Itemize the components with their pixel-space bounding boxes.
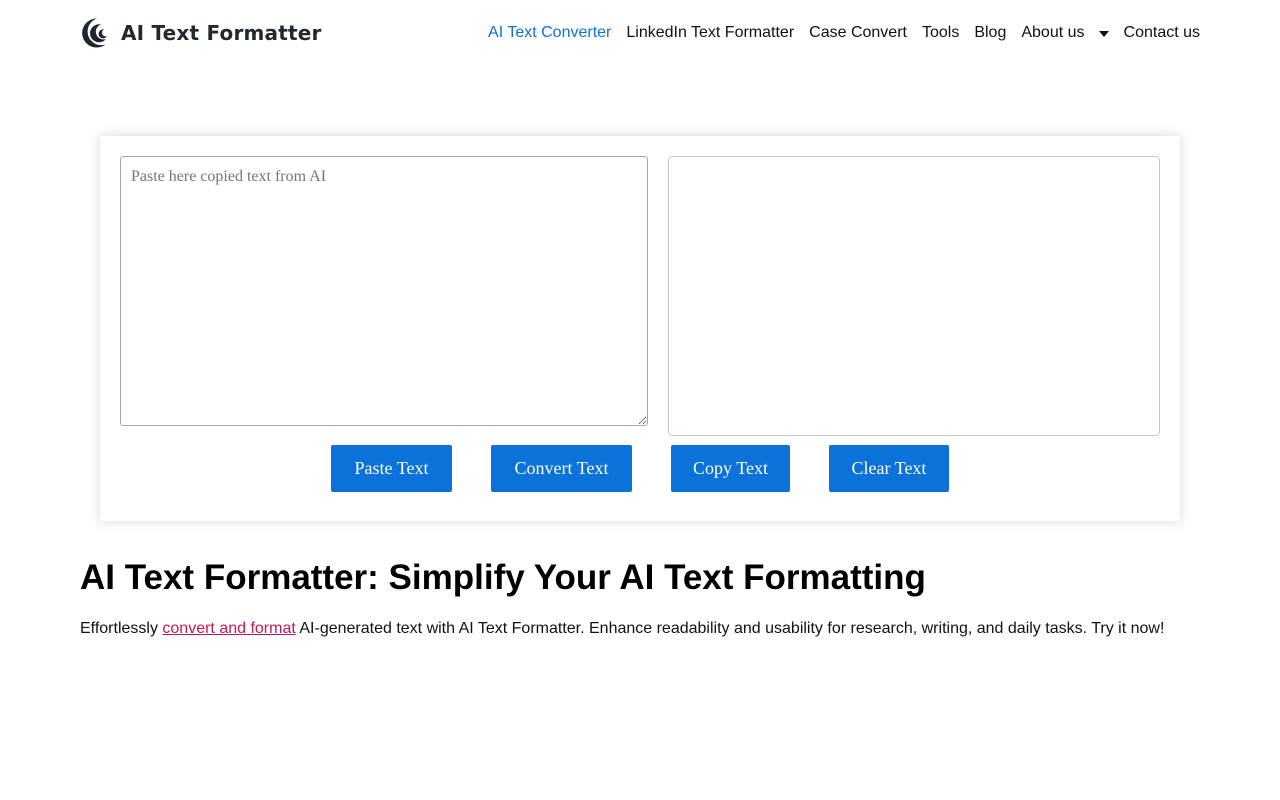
site-header: AI Text Formatter AI Text Converter Link… xyxy=(0,0,1280,66)
nav-tools[interactable]: Tools xyxy=(922,24,959,42)
clear-text-button[interactable]: Clear Text xyxy=(829,445,949,492)
intro-text-end: AI-generated text with AI Text Formatter… xyxy=(295,620,1165,637)
site-logo[interactable]: AI Text Formatter xyxy=(80,16,322,50)
nav-case-convert[interactable]: Case Convert xyxy=(809,24,907,42)
intro-paragraph: Effortlessly convert and format AI-gener… xyxy=(80,619,1164,639)
nav-ai-text-converter[interactable]: AI Text Converter xyxy=(488,24,611,42)
nav-blog[interactable]: Blog xyxy=(974,24,1006,42)
converter-card: Paste Text Convert Text Copy Text Clear … xyxy=(100,136,1180,521)
formatted-text-output[interactable] xyxy=(668,156,1160,436)
page-title: AI Text Formatter: Simplify Your AI Text… xyxy=(80,558,926,597)
copy-text-button[interactable]: Copy Text xyxy=(671,445,790,492)
ai-text-input[interactable] xyxy=(120,156,648,426)
nav-about-us-label: About us xyxy=(1021,24,1085,41)
main-nav: AI Text Converter LinkedIn Text Formatte… xyxy=(488,20,1200,46)
paste-text-button[interactable]: Paste Text xyxy=(331,445,452,492)
chevron-down-icon[interactable] xyxy=(1098,31,1109,37)
nav-linkedin-text-formatter[interactable]: LinkedIn Text Formatter xyxy=(626,24,794,42)
converter-actions: Paste Text Convert Text Copy Text Clear … xyxy=(100,445,1180,492)
site-name: AI Text Formatter xyxy=(121,21,322,45)
nav-about-us[interactable]: About us xyxy=(1021,24,1109,42)
intro-text-start: Effortlessly xyxy=(80,620,163,637)
convert-text-button[interactable]: Convert Text xyxy=(491,445,632,492)
convert-and-format-link[interactable]: convert and format xyxy=(162,620,295,637)
nav-contact-us[interactable]: Contact us xyxy=(1124,24,1200,42)
crescent-swoosh-icon xyxy=(82,18,107,48)
